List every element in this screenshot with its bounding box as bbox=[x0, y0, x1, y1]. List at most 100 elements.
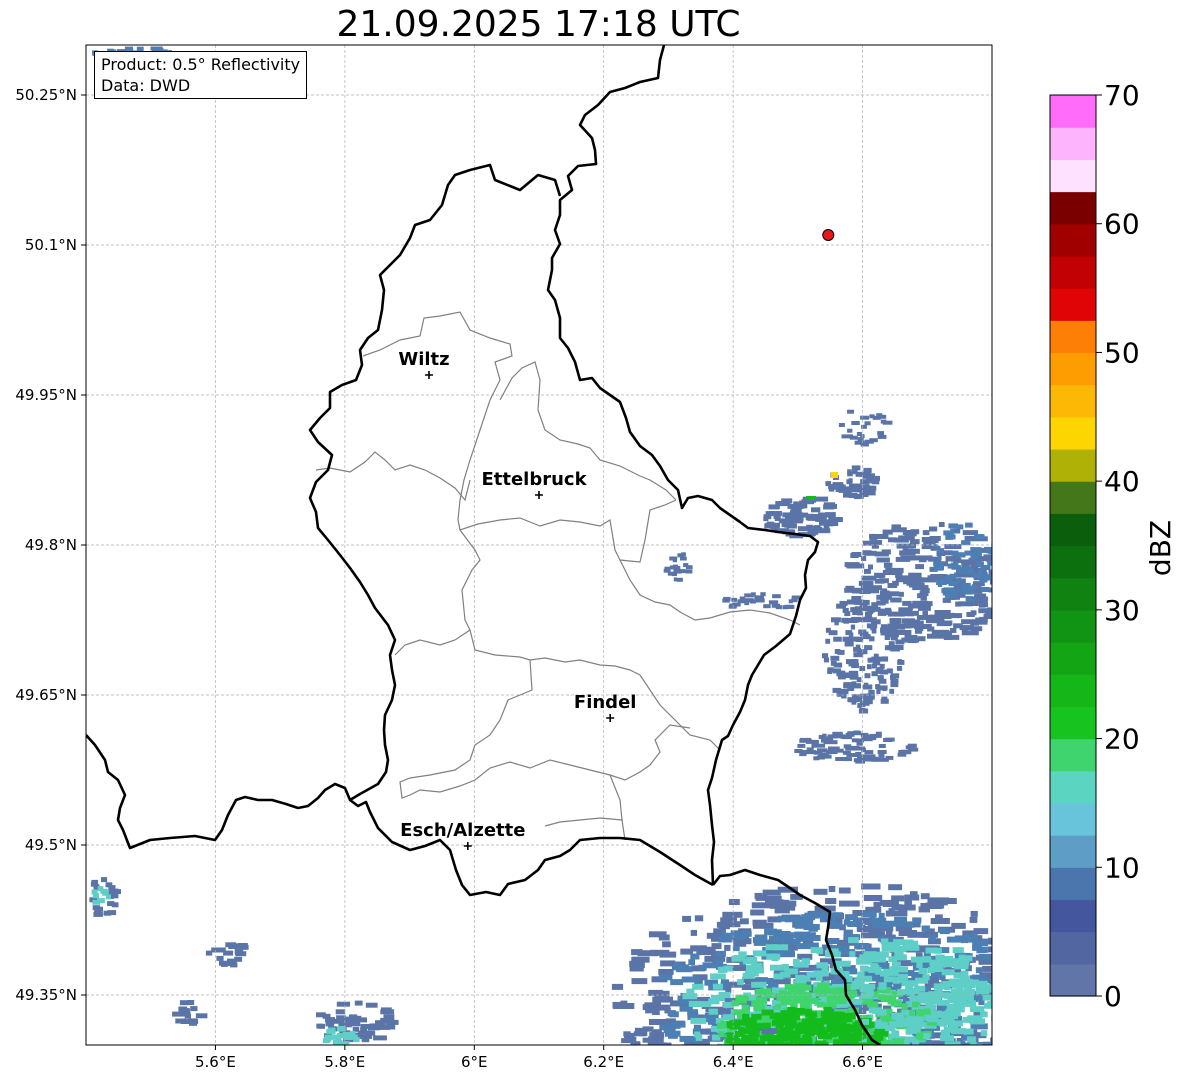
echo-cell bbox=[679, 569, 686, 574]
echo-cell bbox=[882, 1054, 898, 1060]
echo-cell bbox=[869, 1074, 880, 1080]
echo-cell bbox=[876, 667, 884, 673]
echo-cell bbox=[934, 610, 951, 615]
lat-tick-label: 49.8°N bbox=[25, 536, 77, 554]
echo-cell bbox=[92, 899, 100, 905]
echo-cell bbox=[877, 434, 887, 439]
echo-cell bbox=[862, 540, 878, 546]
product-label: Product: 0.5° Reflectivity bbox=[101, 55, 301, 74]
echo-cell bbox=[783, 519, 792, 525]
echo-cell bbox=[883, 562, 893, 568]
echo-cell bbox=[1022, 994, 1034, 1000]
echo-cell bbox=[1012, 1025, 1019, 1031]
echo-cell bbox=[882, 686, 887, 692]
echo-cell bbox=[752, 1072, 764, 1078]
echo-cell bbox=[1003, 990, 1010, 996]
echo-cell bbox=[849, 636, 860, 642]
echo-cell bbox=[818, 1047, 828, 1053]
echo-cell bbox=[823, 502, 836, 508]
echo-cell bbox=[844, 562, 860, 568]
echo-cell bbox=[966, 1036, 976, 1043]
echo-cell bbox=[962, 1057, 972, 1063]
echo-cell bbox=[822, 1052, 832, 1058]
echo-cell bbox=[773, 944, 789, 951]
echo-cell bbox=[804, 935, 821, 941]
echo-cell bbox=[817, 526, 823, 532]
echo-cell bbox=[881, 696, 888, 702]
echo-cell bbox=[781, 964, 789, 970]
echo-cell bbox=[780, 991, 791, 998]
echo-cell bbox=[831, 1074, 853, 1080]
echo-cell bbox=[757, 1046, 771, 1052]
echo-cell bbox=[860, 479, 869, 485]
axis-ticks bbox=[81, 94, 864, 1050]
echo-cell bbox=[178, 1010, 186, 1016]
colorbar-tick-label: 0 bbox=[1104, 980, 1122, 1013]
echo-cell bbox=[827, 998, 834, 1005]
echo-cell bbox=[806, 496, 816, 500]
echo-cell bbox=[717, 966, 728, 973]
echo-cell bbox=[681, 1046, 687, 1052]
echo-cell bbox=[943, 1026, 955, 1033]
colorbar-bin bbox=[1050, 255, 1096, 289]
echo-cell bbox=[838, 423, 845, 427]
echo-cell bbox=[884, 607, 892, 613]
echo-cell bbox=[868, 564, 873, 570]
echo-cell bbox=[644, 1002, 661, 1009]
echo-cell bbox=[381, 1007, 392, 1013]
echo-cell bbox=[788, 1049, 797, 1055]
echo-cell bbox=[838, 887, 851, 894]
echo-cell bbox=[767, 1060, 777, 1066]
echo-cell bbox=[380, 1017, 388, 1023]
product-info-box: Product: 0.5° Reflectivity Data: DWD bbox=[94, 51, 308, 99]
echo-cell bbox=[852, 746, 866, 751]
echo-cell bbox=[950, 528, 956, 534]
radar-site-dot bbox=[822, 229, 835, 241]
echo-cell bbox=[878, 744, 886, 748]
echo-cell bbox=[927, 575, 935, 581]
echo-cell bbox=[825, 627, 831, 633]
echo-cell bbox=[821, 964, 829, 971]
echo-cell bbox=[365, 1002, 378, 1008]
echo-cell bbox=[898, 591, 904, 597]
echo-cell bbox=[851, 465, 861, 471]
echo-cell bbox=[897, 973, 909, 980]
echo-cell bbox=[184, 1013, 191, 1019]
echo-cell bbox=[889, 688, 895, 694]
echo-cell bbox=[864, 550, 877, 556]
echo-cell bbox=[659, 951, 677, 958]
echo-cell bbox=[822, 736, 833, 741]
echo-cell bbox=[820, 1052, 828, 1058]
echo-cell bbox=[724, 944, 731, 951]
echo-cell bbox=[904, 894, 920, 901]
echo-cell bbox=[972, 944, 983, 951]
echo-cell bbox=[920, 595, 927, 601]
colorbar-bin bbox=[1050, 95, 1096, 128]
radar-map: 5.6°E 5.8°E 6°E 6.2°E 6.4°E 6.6°E 50.25°N 50.1… bbox=[15, 44, 1177, 1081]
echo-cell bbox=[877, 750, 887, 754]
echo-cell bbox=[875, 1019, 882, 1026]
echo-cell bbox=[844, 641, 854, 647]
echo-cell bbox=[843, 1045, 860, 1051]
echo-cell bbox=[804, 1075, 820, 1081]
echo-cell bbox=[797, 975, 811, 982]
echo-cell bbox=[783, 950, 795, 957]
echo-cell bbox=[887, 583, 898, 588]
colorbar-bin bbox=[1050, 577, 1096, 611]
echo-cell bbox=[895, 556, 911, 562]
echo-cell bbox=[891, 632, 899, 638]
echo-cell bbox=[960, 1068, 967, 1074]
echo-cell bbox=[798, 1070, 804, 1076]
echo-cell bbox=[867, 485, 873, 491]
echo-cell bbox=[1014, 1037, 1024, 1043]
echo-cell bbox=[972, 1056, 987, 1062]
echo-cell bbox=[982, 994, 992, 1001]
echo-cell bbox=[890, 597, 902, 603]
echo-cell bbox=[923, 539, 936, 545]
echo-cell bbox=[751, 1000, 764, 1007]
lat-tick-label: 50.25°N bbox=[15, 86, 77, 104]
echo-cell bbox=[1021, 994, 1032, 1000]
echo-cell bbox=[216, 955, 224, 961]
echo-cell bbox=[1020, 1012, 1029, 1018]
echo-cell bbox=[803, 1049, 812, 1055]
